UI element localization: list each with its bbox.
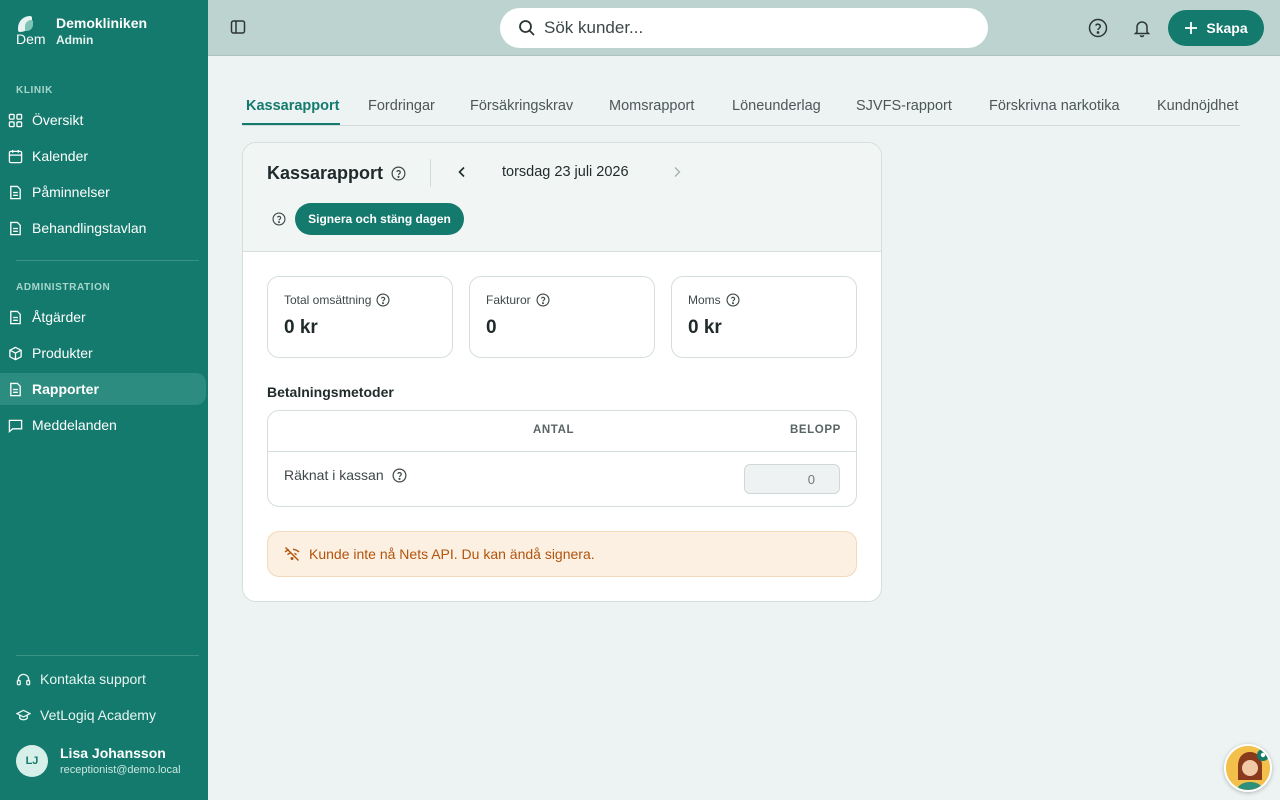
clinic-name: Demokliniken — [56, 15, 148, 31]
headset-icon — [16, 673, 31, 685]
plus-icon — [1185, 22, 1198, 34]
stat-value: 0 kr — [688, 317, 722, 338]
sidebar-divider — [16, 655, 199, 656]
tab-kassarapport[interactable]: Kassarapport — [246, 98, 339, 114]
user-name: Lisa Johansson — [60, 745, 166, 761]
help-icon[interactable] — [1088, 18, 1108, 38]
sidebar-item-label: Påminnelser — [32, 184, 110, 200]
document-icon — [10, 310, 21, 324]
sidebar-item-atgarder[interactable]: Åtgärder — [0, 301, 206, 333]
assistant-character-icon — [1226, 746, 1270, 790]
active-tab-indicator — [242, 123, 340, 125]
sidebar-item-label: Behandlingstavlan — [32, 220, 147, 236]
document-icon — [10, 382, 21, 396]
chat-icon — [8, 419, 23, 433]
chevron-right-icon[interactable] — [670, 165, 684, 179]
user-email: receptionist@demo.local — [60, 764, 181, 776]
help-icon[interactable] — [272, 212, 286, 226]
search-bar[interactable] — [500, 8, 988, 48]
stat-vat: Moms 0 kr — [671, 276, 857, 358]
sidebar-item-behandlingstavlan[interactable]: Behandlingstavlan — [0, 212, 206, 244]
sidebar-item-label: Åtgärder — [32, 309, 86, 325]
sidebar-item-oversikt[interactable]: Översikt — [0, 104, 206, 136]
avatar: LJ — [16, 745, 48, 777]
contact-support-link[interactable]: Kontakta support — [16, 671, 146, 687]
assistant-avatar[interactable] — [1224, 744, 1272, 792]
user-role: Admin — [56, 33, 94, 47]
bell-icon[interactable] — [1132, 18, 1152, 38]
tab-forskrivna-narkotika[interactable]: Förskrivna narkotika — [989, 98, 1120, 114]
help-icon[interactable] — [726, 293, 740, 307]
contact-support-label: Kontakta support — [40, 671, 146, 687]
section-label-administration: ADMINISTRATION — [16, 282, 111, 293]
sign-and-close-day-button[interactable]: Signera och stäng dagen — [295, 203, 464, 235]
sidebar-item-label: Kalender — [32, 148, 89, 164]
graduation-cap-icon — [16, 709, 31, 720]
tab-sjvfs-rapport[interactable]: SJVFS-rapport — [856, 98, 952, 114]
tab-fordringar[interactable]: Fordringar — [368, 98, 435, 114]
table-header: ANTAL BELOPP — [268, 411, 856, 452]
help-icon[interactable] — [376, 293, 390, 307]
counted-cash-input[interactable] — [744, 464, 840, 494]
report-title: Kassarapport — [267, 163, 406, 184]
chevron-left-icon[interactable] — [455, 165, 469, 179]
payment-methods-table: ANTAL BELOPP Räknat i kassan — [267, 410, 857, 507]
tab-forsakringskrav[interactable]: Försäkringskrav — [470, 98, 573, 114]
calendar-icon — [8, 149, 23, 163]
document-icon — [10, 185, 21, 199]
report-tabs: Kassarapport Fordringar Försäkringskrav … — [242, 86, 1240, 126]
column-header-count: ANTAL — [533, 424, 575, 436]
report-title-text: Kassarapport — [267, 163, 384, 183]
card-header: Kassarapport torsdag 23 juli 2026 Signer… — [243, 143, 881, 252]
grid-icon — [8, 113, 23, 127]
academy-link[interactable]: VetLogiq Academy — [16, 707, 156, 723]
academy-label: VetLogiq Academy — [40, 707, 156, 723]
stat-value: 0 — [486, 317, 497, 338]
sidebar-item-label: Översikt — [32, 112, 84, 128]
sidebar: Dem Demokliniken Admin KLINIK Översikt K… — [0, 0, 208, 800]
search-icon — [519, 20, 535, 36]
tab-momsrapport[interactable]: Momsrapport — [609, 98, 694, 114]
stat-label: Moms — [688, 293, 840, 307]
cash-report-card: Kassarapport torsdag 23 juli 2026 Signer… — [242, 142, 882, 602]
stat-total-turnover: Total omsättning 0 kr — [267, 276, 453, 358]
topbar: Skapa — [208, 0, 1280, 56]
warning-alert: Kunde inte nå Nets API. Du kan ändå sign… — [267, 531, 857, 577]
sidebar-item-label: Rapporter — [32, 381, 99, 397]
search-input[interactable] — [544, 18, 944, 38]
wifi-off-icon — [284, 547, 300, 561]
section-label-clinic: KLINIK — [16, 85, 53, 96]
report-date: torsdag 23 juli 2026 — [502, 164, 629, 180]
sidebar-item-paminnelser[interactable]: Påminnelser — [0, 176, 206, 208]
sidebar-toggle-icon[interactable] — [230, 19, 246, 35]
sidebar-item-kalender[interactable]: Kalender — [0, 140, 206, 172]
user-profile[interactable]: LJ Lisa Johansson receptionist@demo.loca… — [16, 744, 181, 778]
create-button[interactable]: Skapa — [1168, 10, 1264, 46]
help-icon[interactable] — [391, 166, 406, 181]
help-icon[interactable] — [536, 293, 550, 307]
tab-kundnojdhet[interactable]: Kundnöjdhet — [1157, 98, 1238, 114]
sidebar-item-label: Meddelanden — [32, 417, 117, 433]
help-icon[interactable] — [392, 468, 407, 483]
stat-invoices: Fakturor 0 — [469, 276, 655, 358]
table-row-label: Räknat i kassan — [284, 467, 407, 483]
header-separator — [430, 159, 431, 187]
stat-label: Total omsättning — [284, 293, 436, 307]
clinic-logo: Dem — [16, 14, 46, 48]
document-icon — [10, 221, 21, 235]
create-button-label: Skapa — [1206, 20, 1248, 36]
sidebar-item-meddelanden[interactable]: Meddelanden — [0, 409, 206, 441]
sidebar-item-produkter[interactable]: Produkter — [0, 337, 206, 369]
sidebar-item-rapporter[interactable]: Rapporter — [0, 373, 206, 405]
clinic-switcher[interactable]: Dem Demokliniken Admin — [16, 14, 147, 48]
sidebar-item-label: Produkter — [32, 345, 93, 361]
stat-value: 0 kr — [284, 317, 318, 338]
payment-methods-title: Betalningsmetoder — [267, 384, 394, 400]
sidebar-divider — [16, 260, 199, 261]
stat-label: Fakturor — [486, 293, 638, 307]
warning-text: Kunde inte nå Nets API. Du kan ändå sign… — [309, 546, 595, 562]
tab-loneunderlag[interactable]: Löneunderlag — [732, 98, 821, 114]
box-icon — [9, 346, 22, 360]
column-header-amount: BELOPP — [790, 424, 841, 436]
